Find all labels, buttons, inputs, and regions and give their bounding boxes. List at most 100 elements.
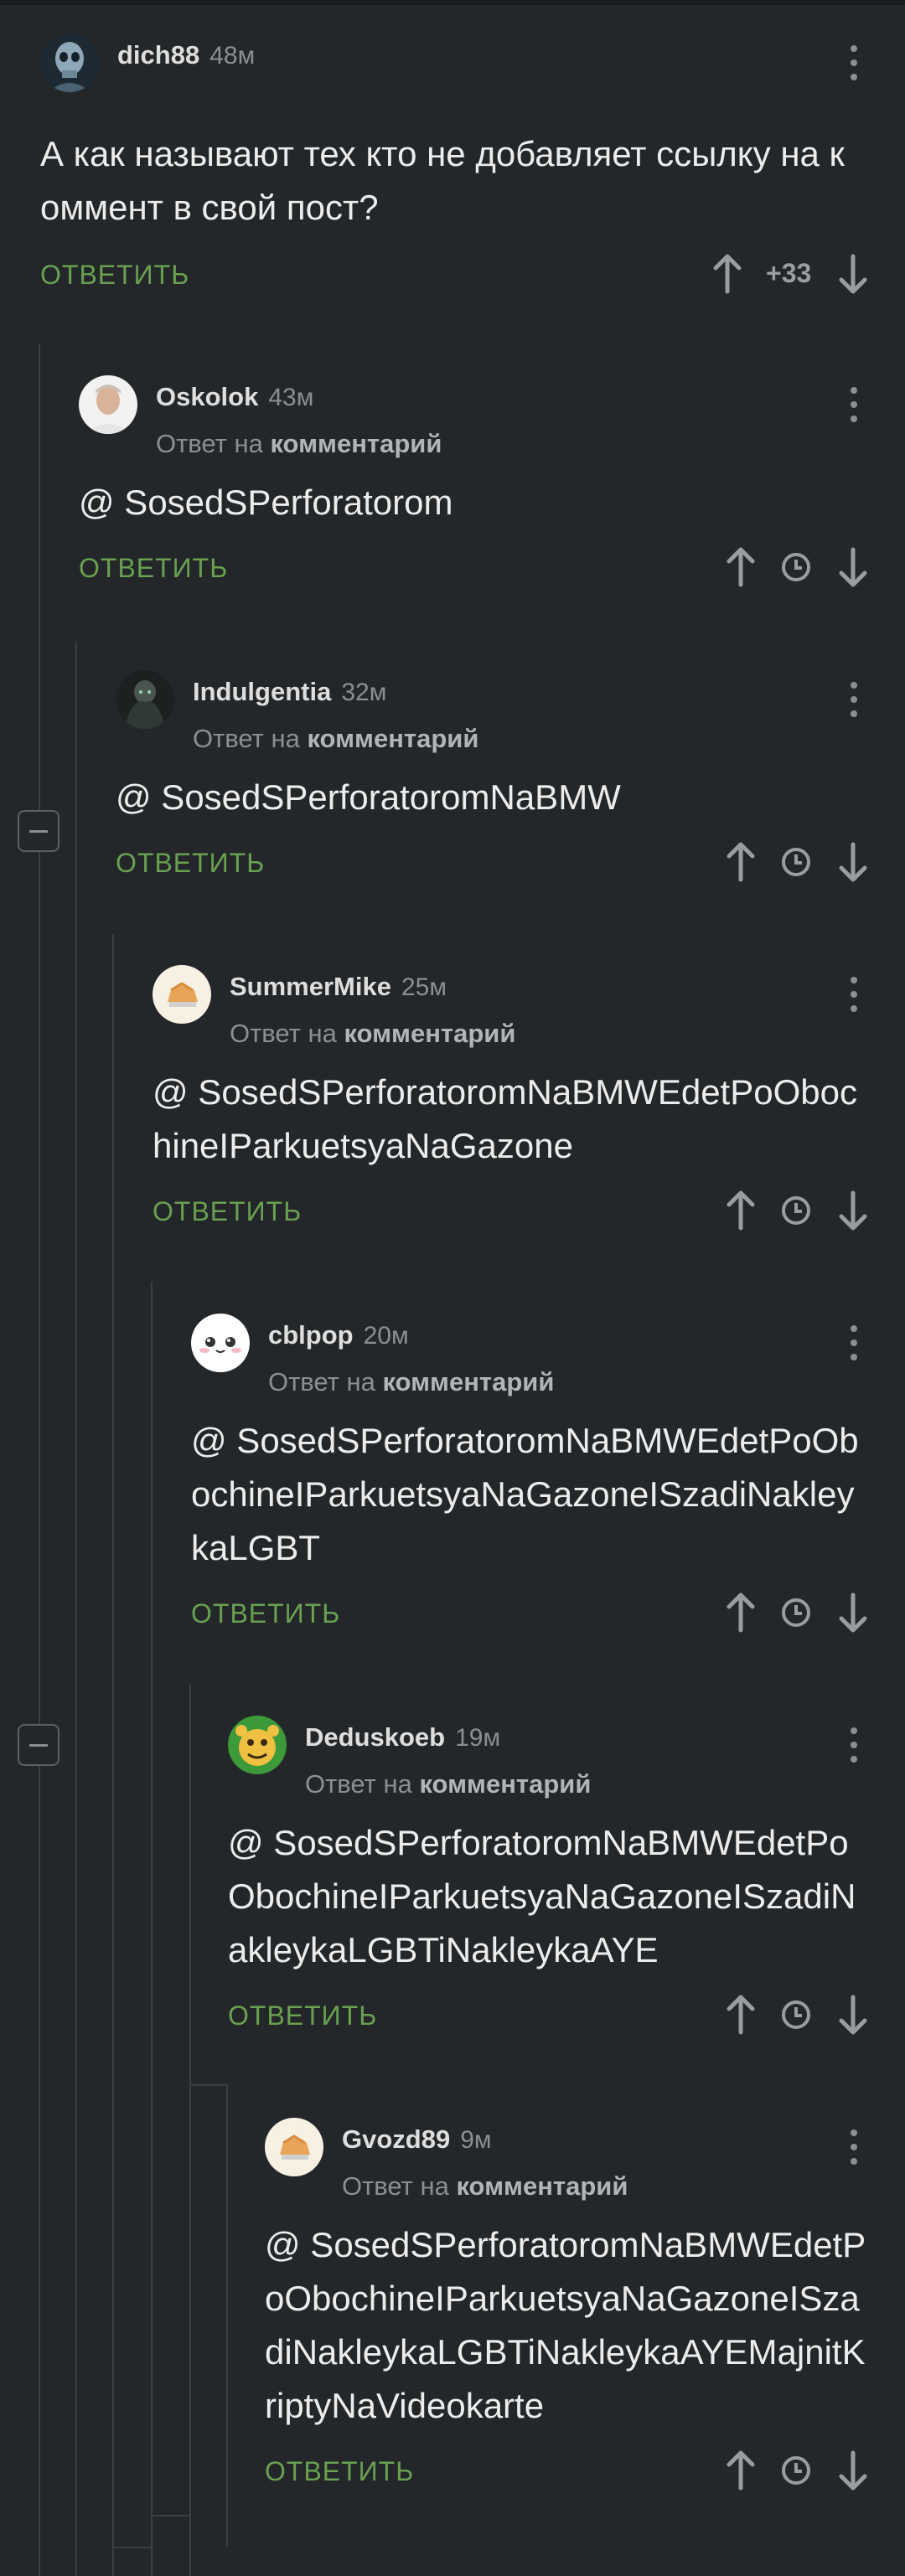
comment: SummerMike 25м Ответ на комментарий @ Sos… [153,965,870,1242]
clock-icon[interactable] [779,1592,813,1634]
comment-time: 48м [209,42,256,70]
collapse-thread-button[interactable] [18,1724,59,1766]
dark-figure-avatar[interactable] [116,670,174,729]
comment-time: 20м [363,1322,409,1350]
comment-text: @ SosedSPerforatoromNaBMWEdetPoObochineI… [265,2225,866,2425]
vote-controls [724,546,870,588]
reply-button[interactable]: ОТВЕТИТЬ [153,1196,302,1227]
more-options-icon[interactable] [836,34,870,92]
reply-to-label: Ответ на комментарий [268,1367,555,1396]
reply-to-label: Ответ на комментарий [305,1769,592,1799]
reply-target-link[interactable]: комментарий [456,2171,628,2201]
score: +33 [766,258,812,288]
comment-text: @ SosedSPerforatoromNaBMWEdetPoObochineI… [228,1823,856,1969]
skull-avatar[interactable] [40,34,99,92]
reply-button[interactable]: ОТВЕТИТЬ [40,260,189,291]
thread-line [151,1282,153,2576]
reply-to-label: Ответ на комментарий [193,724,479,753]
collapse-thread-button[interactable] [18,810,59,852]
thread-line [112,934,114,2576]
vote-controls [724,1592,870,1634]
upvote-icon[interactable] [724,1190,758,1231]
downvote-icon[interactable] [836,1592,870,1634]
clock-icon[interactable] [779,841,813,883]
default-avatar[interactable] [153,965,211,1024]
comment-text: @ SosedSPerforatorom [79,483,453,522]
comment-text: @ SosedSPerforatoromNaBMW [116,777,621,817]
username[interactable]: Gvozd89 9м [342,2124,492,2155]
comment-time: 19м [455,1724,501,1752]
comment-time: 9м [460,2126,492,2154]
clock-icon[interactable] [779,1994,813,2036]
more-options-icon[interactable] [836,375,870,434]
thread-line [189,1684,191,2576]
comment-text: @ SosedSPerforatoromNaBMWEdetPoObochineI… [153,1072,857,1165]
reply-to-label: Ответ на комментарий [342,2171,628,2201]
upvote-icon[interactable] [724,841,758,883]
upvote-icon[interactable] [724,2450,758,2491]
thread-line [112,2547,153,2548]
username[interactable]: Indulgentia 32м [193,677,386,707]
downvote-icon[interactable] [836,1994,870,2036]
username[interactable]: dich88 48м [117,40,255,70]
comment: dich88 48м А как называют тех кто не доба… [40,34,870,302]
reply-to-label: Ответ на комментарий [230,1019,516,1048]
comment-time: 32м [341,679,387,706]
vote-controls [724,2450,870,2491]
vote-controls [724,1190,870,1231]
reply-button[interactable]: ОТВЕТИТЬ [116,848,265,879]
more-options-icon[interactable] [836,2118,870,2176]
downvote-icon[interactable] [836,841,870,883]
comment-text: А как называют тех кто не добавляет ссыл… [40,134,845,227]
clock-icon[interactable] [779,2450,813,2491]
reply-target-link[interactable]: комментарий [270,429,442,458]
top-bar [0,0,905,5]
upvote-icon[interactable] [724,1592,758,1634]
more-options-icon[interactable] [836,670,870,729]
reply-target-link[interactable]: комментарий [419,1769,591,1799]
comment: Indulgentia 32м Ответ на комментарий @ So… [116,670,870,888]
thread-line [75,641,77,2576]
comment: Deduskoeb 19м Ответ на комментарий @ Sose… [228,1716,870,2051]
reply-button[interactable]: ОТВЕТИТЬ [79,553,228,584]
comment: Gvozd89 9м Ответ на комментарий @ SosedSP… [265,2118,870,2511]
cartoon-avatar[interactable] [228,1716,287,1774]
username[interactable]: Oskolok 43м [156,382,313,412]
thread-line [226,2086,228,2547]
reply-button[interactable]: ОТВЕТИТЬ [228,2000,377,2031]
reply-target-link[interactable]: комментарий [382,1367,554,1396]
more-options-icon[interactable] [836,1314,870,1372]
upvote-icon[interactable] [724,546,758,588]
upvote-icon[interactable] [724,1994,758,2036]
comment-text: @ SosedSPerforatoromNaBMWEdetPoObochineI… [191,1421,859,1567]
clock-icon[interactable] [779,546,813,588]
downvote-icon[interactable] [836,253,870,295]
more-options-icon[interactable] [836,965,870,1024]
downvote-icon[interactable] [836,546,870,588]
thread-line [151,2515,191,2517]
username[interactable]: Deduskoeb 19м [305,1722,500,1753]
reply-to-label: Ответ на комментарий [156,429,442,458]
comment: cblpop 20м Ответ на комментарий @ SosedSP… [191,1314,870,1649]
photo-avatar[interactable] [79,375,137,434]
comment-time: 25м [401,973,447,1001]
username[interactable]: cblpop 20м [268,1320,409,1350]
more-options-icon[interactable] [836,1716,870,1774]
downvote-icon[interactable] [836,2450,870,2491]
reply-target-link[interactable]: комментарий [307,724,478,753]
comment: Oskolok 43м Ответ на комментарий @ SosedS… [79,375,870,593]
clock-icon[interactable] [779,1190,813,1231]
reply-button[interactable]: ОТВЕТИТЬ [191,1598,340,1629]
cute-face-avatar[interactable] [191,1314,250,1372]
vote-controls [724,1994,870,2036]
default-avatar[interactable] [265,2118,323,2176]
vote-controls: +33 [711,253,870,295]
thread-line [39,343,40,2576]
reply-button[interactable]: ОТВЕТИТЬ [265,2456,414,2487]
thread-line [189,2084,228,2086]
reply-target-link[interactable]: комментарий [344,1019,515,1048]
comment-time: 43м [268,384,314,411]
downvote-icon[interactable] [836,1190,870,1231]
username[interactable]: SummerMike 25м [230,972,447,1002]
upvote-icon[interactable] [711,253,744,295]
